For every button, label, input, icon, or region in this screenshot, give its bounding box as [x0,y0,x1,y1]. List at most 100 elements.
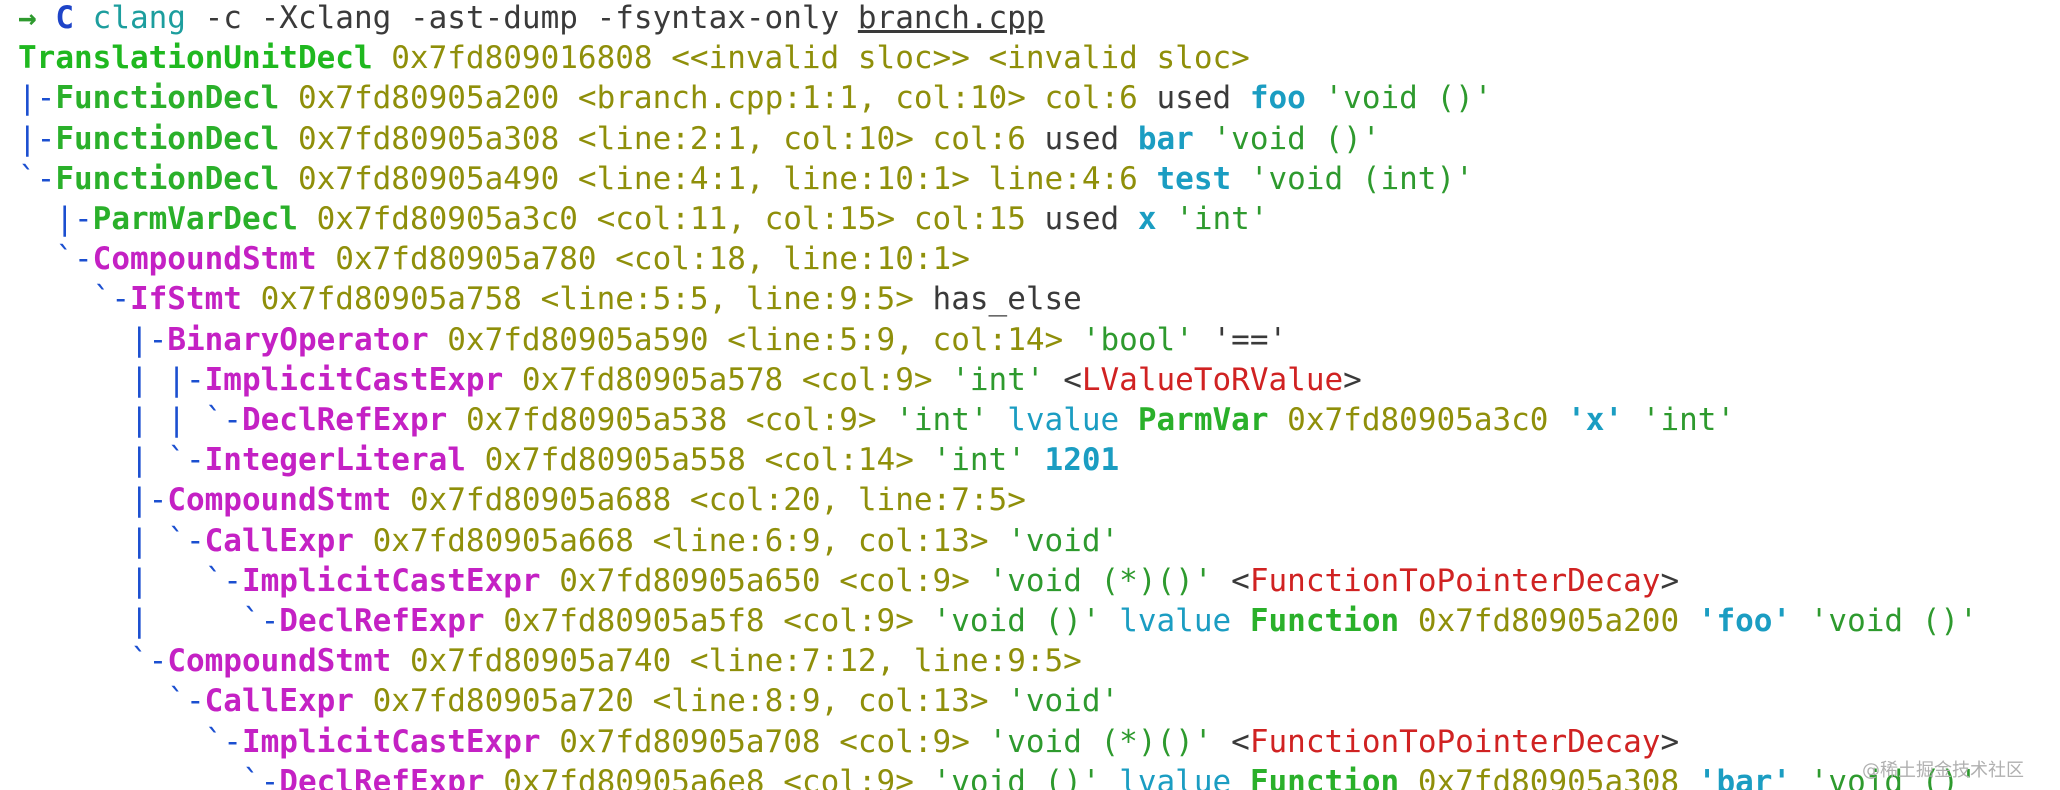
ast-dump-line: `-IfStmt 0x7fd80905a758 <line:5:5, line:… [18,279,1082,319]
tree-guide-text: |- [18,482,168,519]
ast-dump-line: `-CallExpr 0x7fd80905a720 <line:8:9, col… [18,681,1119,721]
address-text: 0x7fd80905a200 [1399,603,1698,639]
address-text: 0x7fd80905a490 [279,160,560,197]
address-text: 0x7fd80905a308 [1399,763,1698,790]
decl-name-text: bar [1137,120,1194,157]
node-top-text: TranslationUnitDecl [18,40,373,77]
address-text: 0x7fd80905a780 [316,241,597,278]
type-string-text: 'void (*)()' [969,723,1213,760]
source-loc-text: <line:2:1, col:10> col:6 [559,120,1026,157]
node-stmt-text: DeclRefExpr [241,402,448,438]
tree-guide-text: | `- [18,562,242,599]
tree-guide-text: `- [18,643,168,680]
type-string-text: 'void ()' [913,603,1101,639]
node-stmt-text: ImplicitCastExpr [241,562,541,599]
address-text: 0x7fd80905a3c0 [297,201,578,237]
ast-dump-line: |-CompoundStmt 0x7fd80905a688 <col:20, l… [18,480,1026,520]
decl-name-text: 'x' [1567,402,1624,438]
address-text: 0x7fd80905a578 [503,361,784,398]
plain-text-text: < [1212,562,1250,599]
node-stmt-text: ImplicitCastExpr [241,723,541,760]
plain-text-text: > [1660,562,1680,599]
prompt-cwd-text: C [55,0,93,36]
address-text: 0x7fd80905a308 [279,120,560,157]
plain-text-text: -c -Xclang -ast-dump -fsyntax-only [185,0,858,36]
type-string-text: 'void (*)()' [969,562,1213,599]
ast-dump-line: `-CompoundStmt 0x7fd80905a780 <col:18, l… [18,239,970,279]
node-stmt-text: CompoundStmt [92,241,317,278]
plain-text-text[interactable]: branch.cpp [858,0,1045,36]
ast-dump-line: | |-ImplicitCastExpr 0x7fd80905a578 <col… [18,360,1362,400]
source-loc-text: <col:9> [820,562,970,599]
address-text: 0x7fd80905a5f8 [484,603,765,639]
tree-guide-text: |- [18,120,56,157]
terminal-window: → C clang -c -Xclang -ast-dump -fsyntax-… [0,0,2060,790]
tree-guide-text: |- [18,201,93,237]
tree-guide-text: | `- [18,603,280,639]
address-text: 0x7fd80905a558 [465,442,746,479]
type-string-text: 'void (int)' [1231,160,1474,197]
cast-kind-text: LValueToRValue [1081,361,1344,398]
node-decl-text: FunctionDecl [55,80,280,117]
address-text: 0x7fd809016808 [372,40,653,77]
ast-dump-line: | `-IntegerLiteral 0x7fd80905a558 <col:1… [18,440,1119,480]
address-text: 0x7fd80905a650 [540,562,821,599]
ref-kind-text: Function [1249,763,1400,790]
source-loc-text: <line:6:9, col:13> [633,522,989,559]
tree-guide-text: `- [18,763,280,790]
plain-text-text: < [1212,723,1250,760]
node-stmt-text: CallExpr [204,683,354,720]
address-text: 0x7fd80905a538 [447,402,728,438]
ast-dump-line: `-DeclRefExpr 0x7fd80905a6e8 <col:9> 'vo… [18,762,1978,790]
tree-guide-text: |- [18,321,168,358]
type-string-text: 'int' [932,361,1045,398]
address-text: 0x7fd80905a668 [353,522,634,559]
plain-text-text: '==' [1193,321,1288,358]
tree-guide-text: | `- [18,442,205,479]
tree-guide-text: | | `- [18,402,242,438]
ast-dump-line: `-CompoundStmt 0x7fd80905a740 <line:7:12… [18,641,1082,681]
node-stmt-text: IntegerLiteral [204,442,466,479]
decl-name-text: foo [1249,80,1306,117]
node-stmt-text: DeclRefExpr [279,603,485,639]
source-loc-text: <branch.cpp:1:1, col:10> col:6 [559,80,1138,117]
type-string-text: 'void ()' [913,763,1101,790]
address-text: 0x7fd80905a708 [540,723,821,760]
address-text: 0x7fd80905a200 [279,80,560,117]
cast-kind-text: FunctionToPointerDecay [1249,562,1661,599]
decl-name-text: test [1156,160,1232,197]
source-loc-text: <col:9> [764,603,914,639]
value-kind-text: lvalue [1100,763,1250,790]
node-decl-text: ParmVarDecl [92,201,298,237]
decl-name-text: 'foo' [1697,603,1792,639]
address-text: 0x7fd80905a590 [428,321,709,358]
source-loc-text: <line:7:12, line:9:5> [671,643,1082,680]
ast-dump-line: | `-ImplicitCastExpr 0x7fd80905a650 <col… [18,561,1679,601]
prompt-arrow-text: → [18,0,56,36]
plain-text-text: used [1025,120,1138,157]
node-stmt-text: IfStmt [129,281,242,318]
source-loc-text: <col:18, line:10:1> [596,241,970,278]
command-prompt-line: → C clang -c -Xclang -ast-dump -fsyntax-… [18,0,1045,38]
plain-text-text: < [1044,361,1082,398]
decl-name-text: x [1137,201,1157,237]
address-text: 0x7fd80905a688 [391,482,672,519]
address-text: 0x7fd80905a758 [241,281,522,318]
address-text: 0x7fd80905a720 [353,683,634,720]
address-text: 0x7fd80905a6e8 [484,763,765,790]
plain-text-text: > [1660,723,1680,760]
address-text: 0x7fd80905a740 [391,643,672,680]
ast-dump-line: | `-DeclRefExpr 0x7fd80905a5f8 <col:9> '… [18,601,1978,641]
node-stmt-text: ImplicitCastExpr [204,361,504,398]
node-stmt-text: DeclRefExpr [279,763,485,790]
ref-kind-text: ParmVar [1137,402,1269,438]
node-decl-text: FunctionDecl [55,120,280,157]
source-loc-text: <line:5:5, line:9:5> [521,281,914,318]
node-stmt-text: CallExpr [204,522,354,559]
source-loc-text: <col:11, col:15> col:15 [577,201,1026,237]
type-string-text: 'void ()' [1791,603,1978,639]
plain-text-text: > [1343,361,1362,398]
source-loc-text: <col:14> [745,442,914,479]
tree-guide-text: `- [18,281,130,318]
plain-text-text: used [1137,80,1250,117]
